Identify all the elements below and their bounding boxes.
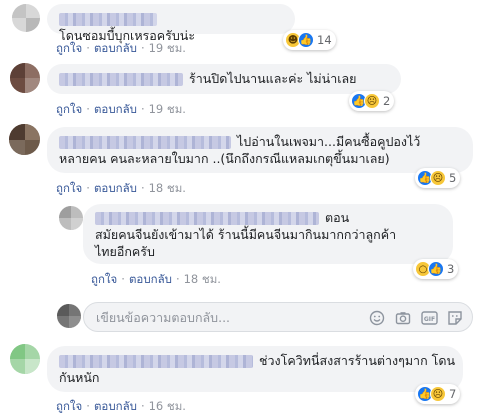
sad-icon: ☹ xyxy=(430,170,446,186)
comment-text: กันหนัก xyxy=(59,370,100,385)
reply-link[interactable]: ตอบกลับ xyxy=(94,399,137,413)
reaction-summary[interactable]: 👍 ☹ 7 xyxy=(415,384,461,404)
like-link[interactable]: ถูกใจ xyxy=(56,399,82,413)
timestamp[interactable]: 18 ชม. xyxy=(149,181,186,195)
timestamp[interactable]: 16 ชม. xyxy=(149,399,186,413)
like-link[interactable]: ถูกใจ xyxy=(56,102,82,116)
comment-text: ตอน xyxy=(325,210,350,225)
sticker-icon[interactable] xyxy=(446,309,464,327)
reaction-summary[interactable]: ○ 👍 3 xyxy=(413,259,459,279)
like-icon: 👍 xyxy=(298,32,314,48)
my-avatar xyxy=(57,304,81,328)
comment-bubble: ไปอ่านในเพจมา...มีคนซื้อคูปองไว้ หลายคน … xyxy=(47,127,473,173)
timestamp[interactable]: 19 ชม. xyxy=(149,102,186,116)
commenter-name[interactable] xyxy=(59,136,231,149)
reaction-count: 14 xyxy=(317,33,332,47)
reply-link[interactable]: ตอบกลับ xyxy=(94,181,137,195)
comment-actions: ถูกใจ · ตอบกลับ · 18 ชม. xyxy=(56,181,186,195)
gif-icon[interactable]: GIF xyxy=(420,309,438,327)
comment-text: ร้านปิดไปนานและค่ะ ไม่น่าเลย xyxy=(189,71,357,86)
avatar[interactable] xyxy=(59,206,83,230)
emoji-icon[interactable] xyxy=(368,309,386,327)
commenter-name[interactable] xyxy=(59,73,183,86)
comment-text: หลายคน คนละหลายใบมาก ..(นึกถึงกรณีแหลมเก… xyxy=(59,151,390,166)
reply-link[interactable]: ตอบกลับ xyxy=(94,41,137,55)
reaction-summary[interactable]: ☻ 👍 14 xyxy=(283,30,336,50)
commenter-name[interactable] xyxy=(59,13,157,26)
comment-actions: ถูกใจ · ตอบกลับ · 18 ชม. xyxy=(91,272,221,286)
comment-actions: ถูกใจ · ตอบกลับ · 19 ชม. xyxy=(56,102,186,116)
comment-bubble: โดนซอมบี้บุกเหรอครับน่ะ xyxy=(47,4,295,43)
like-link[interactable]: ถูกใจ xyxy=(91,272,117,286)
timestamp[interactable]: 18 ชม. xyxy=(184,272,221,286)
sad-icon: ☹ xyxy=(430,386,446,402)
reply-composer[interactable]: GIF xyxy=(83,302,473,332)
reaction-count: 5 xyxy=(449,171,457,185)
avatar[interactable] xyxy=(10,63,40,93)
reaction-summary[interactable]: 👍 ☹ 2 xyxy=(349,91,395,111)
like-icon: 👍 xyxy=(428,261,444,277)
comment-text: ไปอ่านในเพจมา...มีคนซื้อคูปองไว้ xyxy=(237,134,421,149)
comment-actions: ถูกใจ · ตอบกลับ · 19 ชม. xyxy=(56,41,186,55)
timestamp[interactable]: 19 ชม. xyxy=(149,41,186,55)
like-link[interactable]: ถูกใจ xyxy=(56,181,82,195)
comment-text: ช่วงโควิทนี่สงสารร้านต่างๆมาก โดน xyxy=(259,353,455,368)
camera-icon[interactable] xyxy=(394,309,412,327)
reaction-count: 7 xyxy=(449,387,457,401)
comment-bubble: ช่วงโควิทนี่สงสารร้านต่างๆมาก โดน กันหนั… xyxy=(47,346,463,392)
comment-bubble: ร้านปิดไปนานและค่ะ ไม่น่าเลย xyxy=(47,64,401,94)
reply-link[interactable]: ตอบกลับ xyxy=(129,272,172,286)
reaction-summary[interactable]: 👍 ☹ 5 xyxy=(415,168,461,188)
commenter-name[interactable] xyxy=(95,212,319,225)
like-link[interactable]: ถูกใจ xyxy=(56,41,82,55)
reaction-count: 3 xyxy=(447,262,455,276)
avatar[interactable] xyxy=(10,344,40,374)
avatar[interactable] xyxy=(12,4,40,32)
sad-icon: ☹ xyxy=(364,93,380,109)
commenter-name[interactable] xyxy=(59,355,253,368)
comment-text: ไทยอีกครับ xyxy=(95,244,155,259)
reply-link[interactable]: ตอบกลับ xyxy=(94,102,137,116)
comment-actions: ถูกใจ · ตอบกลับ · 16 ชม. xyxy=(56,399,186,413)
reaction-count: 2 xyxy=(383,94,391,108)
reply-input[interactable] xyxy=(96,310,246,325)
comment-text: สมัยคนจีนยังเข้ามาได้ ร้านนี้มีคนจีนมากิ… xyxy=(95,227,397,242)
svg-text:GIF: GIF xyxy=(423,316,434,323)
avatar[interactable] xyxy=(9,124,40,155)
comment-bubble: ตอน สมัยคนจีนยังเข้ามาได้ ร้านนี้มีคนจีน… xyxy=(83,204,453,264)
